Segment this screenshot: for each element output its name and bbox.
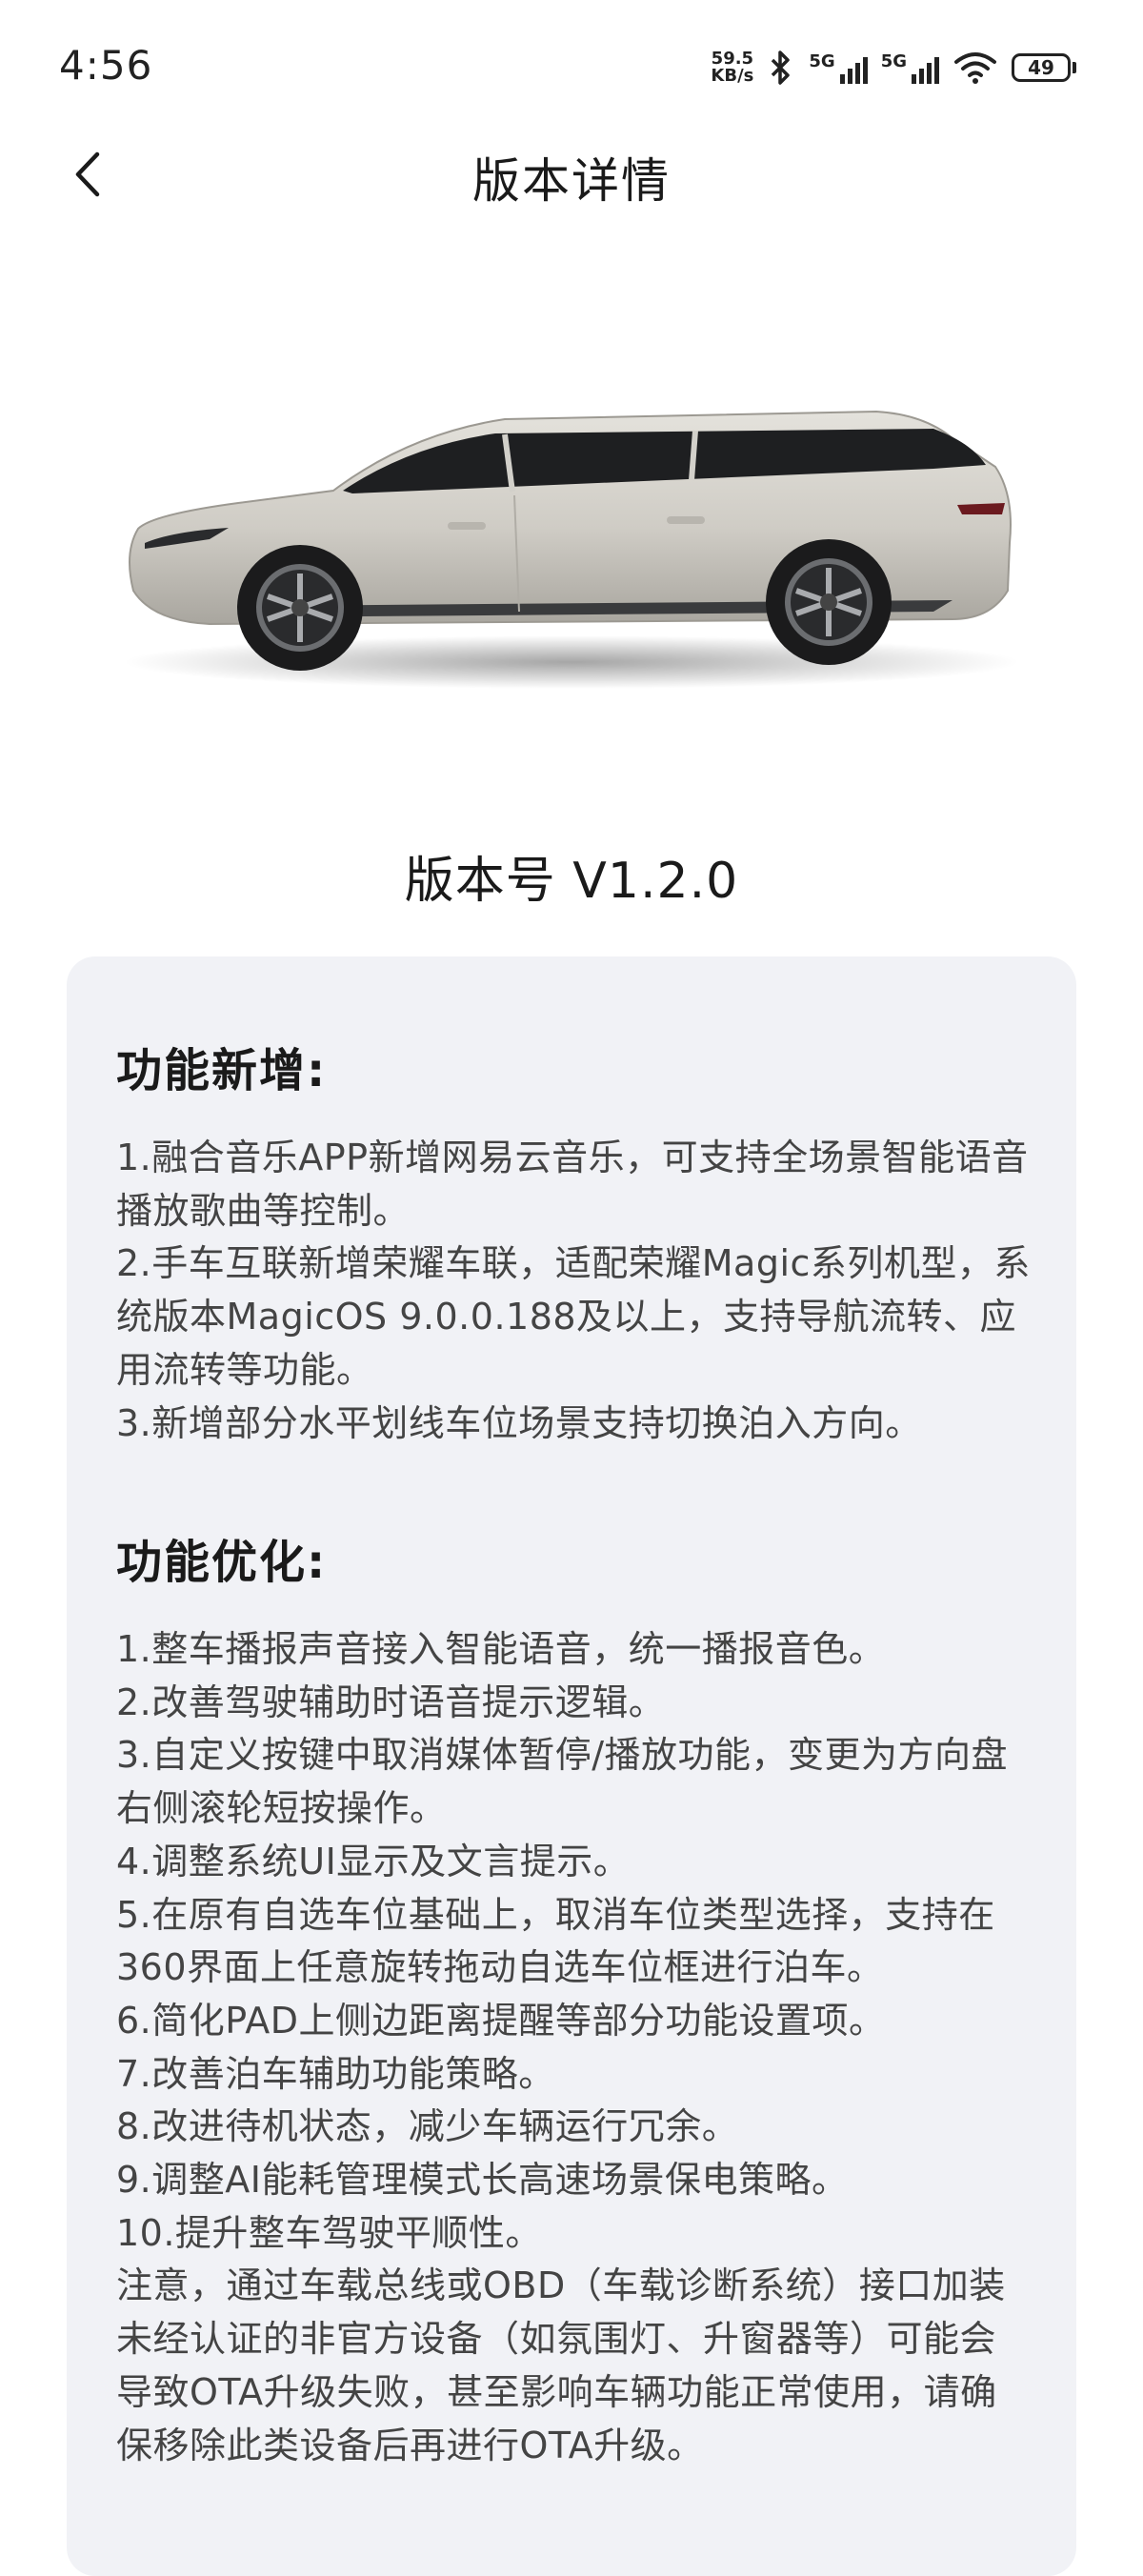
new-features-list: 1.融合音乐APP新增网易云音乐，可支持全场景智能语音播放歌曲等控制。 2.手车…	[116, 1132, 1031, 1450]
list-item: 2.改善驾驶辅助时语音提示逻辑。	[116, 1680, 666, 1723]
list-item: 8.改进待机状态，减少车辆运行冗余。	[116, 2105, 739, 2148]
list-item: 5.在原有自选车位基础上，取消车位类型选择，支持在360界面上任意旋转拖动自选车…	[116, 1893, 995, 1989]
wifi-icon	[954, 52, 996, 84]
list-item: 3.自定义按键中取消媒体暂停/播放功能，变更为方向盘右侧滚轮短按操作。	[116, 1734, 1009, 1830]
signal-strength-1: 5G	[809, 51, 868, 84]
list-item: 1.融合音乐APP新增网易云音乐，可支持全场景智能语音播放歌曲等控制。	[116, 1137, 1029, 1232]
section-title-optimizations: 功能优化:	[116, 1536, 328, 1589]
bluetooth-icon	[772, 50, 791, 85]
page-title: 版本详情	[472, 153, 671, 209]
battery-level: 49	[1028, 56, 1054, 79]
status-icons: 59.5 KB/s 5G 5G 49	[711, 44, 1076, 91]
signal-1-label: 5G	[809, 51, 835, 71]
version-number: 版本号 V1.2.0	[404, 853, 739, 910]
list-item: 7.改善泊车辅助功能策略。	[116, 2052, 555, 2095]
nav-header: 版本详情	[0, 133, 1143, 219]
list-item: 1.整车播报声音接入智能语音，统一播报音色。	[116, 1628, 886, 1670]
list-item: 3.新增部分水平划线车位场景支持切换泊入方向。	[116, 1401, 922, 1444]
list-item: 10.提升整车驾驶平顺性。	[116, 2211, 542, 2254]
net-speed-unit: KB/s	[711, 66, 754, 86]
status-bar: 4:56 59.5 KB/s 5G 5G 49	[0, 0, 1143, 133]
optimizations-list: 1.整车播报声音接入智能语音，统一播报音色。 2.改善驾驶辅助时语音提示逻辑。 …	[116, 1623, 1031, 2472]
list-item: 注意，通过车载总线或OBD（车载诊断系统）接口加装未经认证的非官方设备（如氛围灯…	[116, 2264, 1006, 2466]
list-item: 4.调整系统UI显示及文言提示。	[116, 1840, 631, 1882]
car-image	[124, 410, 1019, 689]
signal-2-label: 5G	[880, 51, 907, 71]
list-item: 2.手车互联新增荣耀车联，适配荣耀Magic系列机型，系统版本MagicOS 9…	[116, 1242, 1031, 1391]
battery-icon: 49	[1012, 53, 1076, 82]
status-time: 4:56	[59, 42, 153, 89]
release-notes-card: 功能新增: 1.融合音乐APP新增网易云音乐，可支持全场景智能语音播放歌曲等控制…	[67, 956, 1076, 2576]
signal-strength-2: 5G	[881, 51, 939, 84]
section-title-new-features: 功能新增:	[116, 1044, 328, 1097]
net-speed: 59.5 KB/s	[711, 50, 753, 85]
list-item: 6.简化PAD上侧边距离提醒等部分功能设置项。	[116, 1999, 886, 2042]
list-item: 9.调整AI能耗管理模式长高速场景保电策略。	[116, 2159, 849, 2202]
